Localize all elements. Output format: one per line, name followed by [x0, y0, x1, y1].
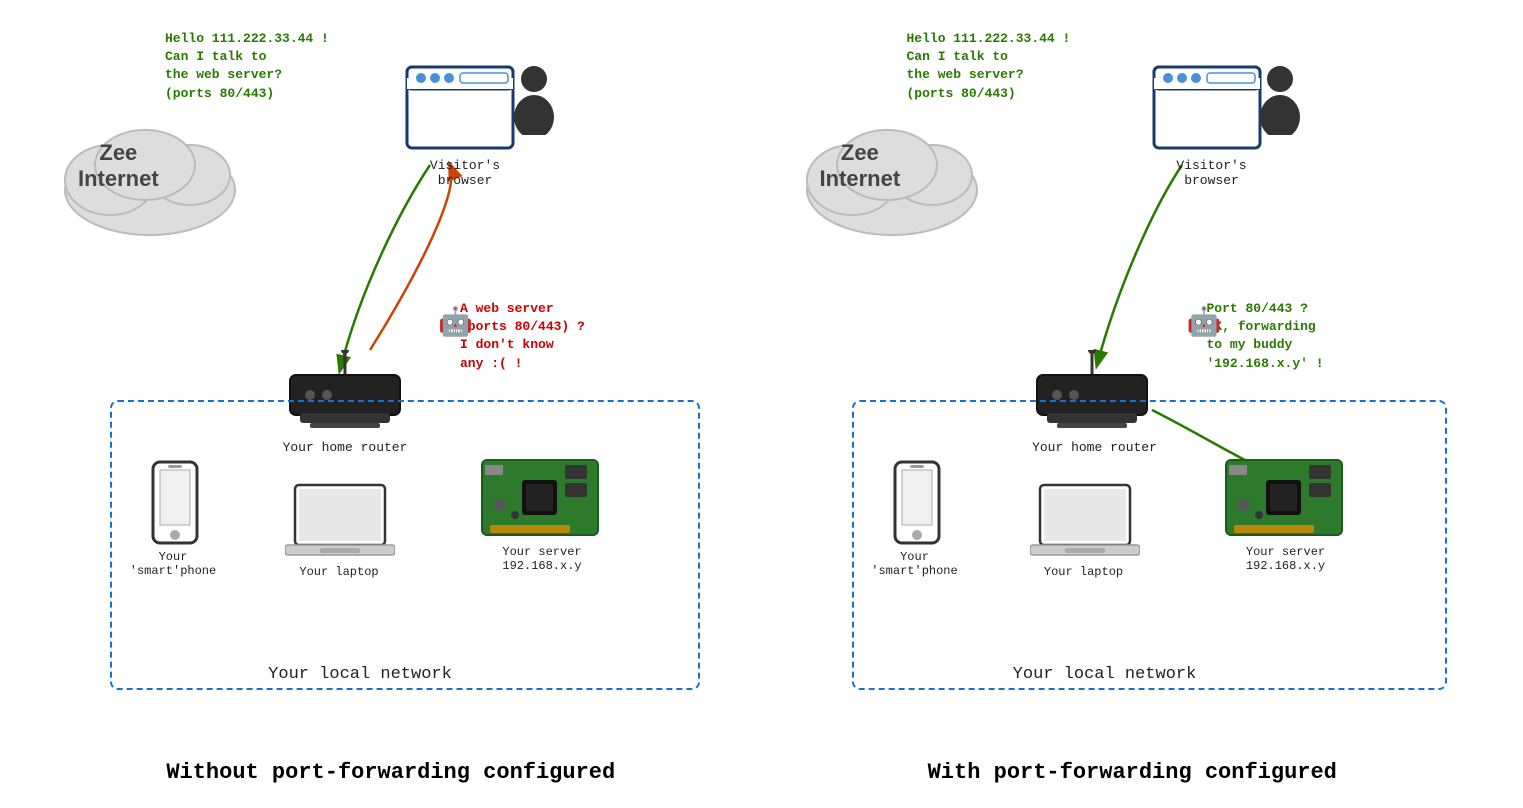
left-browser-label: Visitor's browser: [405, 158, 525, 188]
left-robot-emoji: 🤖: [438, 305, 473, 340]
right-browser-label: Visitor's browser: [1152, 158, 1272, 188]
titles-row: Without port-forwarding configured With …: [0, 750, 1523, 789]
right-browser: [1152, 65, 1262, 150]
left-callout-green: Hello 111.222.33.44 !Can I talk tothe we…: [165, 30, 329, 103]
right-smartphone: [892, 460, 942, 550]
left-browser: [405, 65, 515, 150]
right-title-half: With port-forwarding configured: [762, 750, 1504, 789]
left-cloud-label: ZeeInternet: [78, 140, 159, 193]
right-laptop: [1030, 480, 1140, 565]
right-router-callout: Port 80/443 ?OK, forwardingto my buddy'1…: [1207, 300, 1324, 373]
right-person: [1258, 65, 1303, 148]
left-diagram: ZeeInternet Hello 111.222.33.44 !Can I t…: [20, 10, 762, 740]
right-diagram-title: With port-forwarding configured: [762, 758, 1504, 789]
right-laptop-label: Your laptop: [1044, 565, 1124, 579]
left-network-label: Your local network: [235, 665, 485, 684]
left-laptop-label: Your laptop: [299, 565, 379, 579]
left-diagram-title: Without port-forwarding configured: [20, 758, 762, 789]
left-smartphone-label: Your'smart'phone: [128, 550, 218, 578]
right-diagram: ZeeInternet Hello 111.222.33.44 !Can I t…: [762, 10, 1504, 740]
right-callout-green-top: Hello 111.222.33.44 !Can I talk tothe we…: [907, 30, 1071, 103]
left-smartphone: [150, 460, 200, 550]
right-robot-emoji: 🤖: [1187, 305, 1222, 340]
left-title-half: Without port-forwarding configured: [20, 750, 762, 789]
right-network-label: Your local network: [980, 665, 1230, 684]
right-server-label: Your server192.168.x.y: [1226, 545, 1346, 573]
right-smartphone-label: Your'smart'phone: [870, 550, 960, 578]
diagrams-container: ZeeInternet Hello 111.222.33.44 !Can I t…: [0, 0, 1523, 750]
right-cloud-label: ZeeInternet: [820, 140, 901, 193]
left-raspi: [480, 455, 600, 545]
left-laptop: [285, 480, 395, 565]
right-raspi: [1224, 455, 1344, 545]
left-router-callout: A web server(ports 80/443) ?I don't know…: [460, 300, 585, 373]
left-person: [512, 65, 557, 148]
left-server-label: Your server192.168.x.y: [482, 545, 602, 573]
